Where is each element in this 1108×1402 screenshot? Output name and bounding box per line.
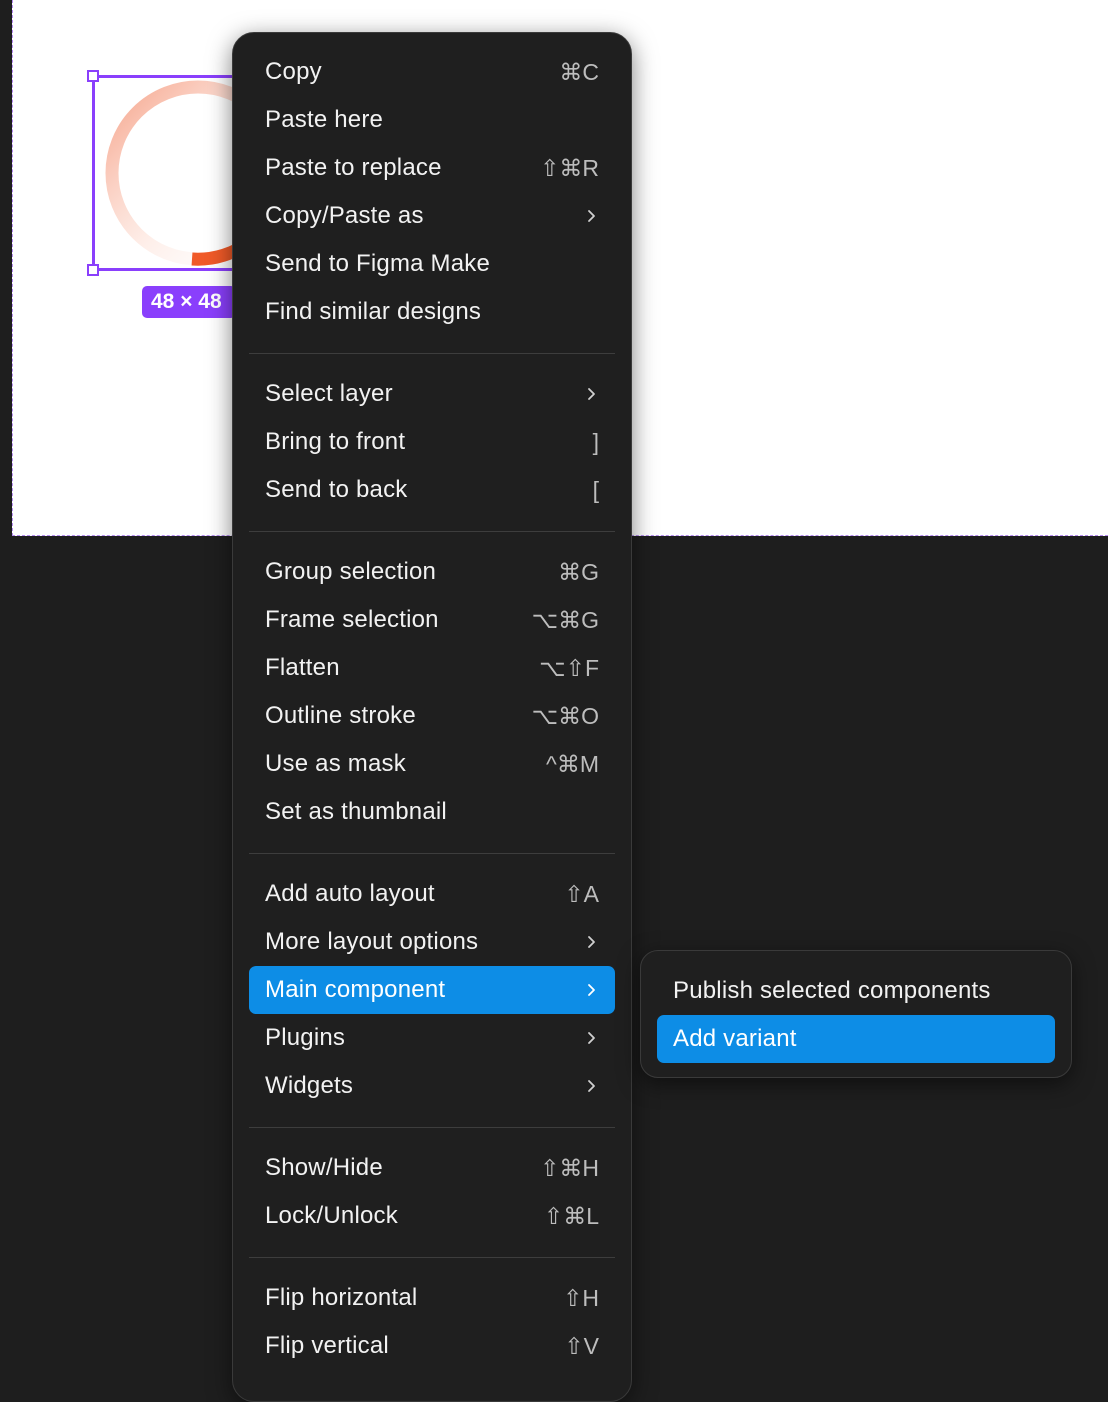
menu-item-main-component[interactable]: Main component bbox=[249, 966, 615, 1014]
menu-item-label: Use as mask bbox=[265, 750, 406, 777]
menu-item-shortcut: ⇧⌘H bbox=[540, 1154, 599, 1181]
resize-handle-bottom-left[interactable] bbox=[87, 264, 99, 276]
menu-item-select-layer[interactable]: Select layer bbox=[249, 370, 615, 418]
menu-item-label: Set as thumbnail bbox=[265, 798, 447, 825]
menu-item-shortcut: [ bbox=[592, 476, 599, 503]
menu-item-shortcut: ⇧H bbox=[563, 1284, 599, 1311]
chevron-right-icon bbox=[587, 387, 599, 401]
menu-item-paste-here[interactable]: Paste here bbox=[249, 96, 615, 144]
menu-item-label: Lock/Unlock bbox=[265, 1202, 398, 1229]
menu-separator bbox=[249, 531, 615, 532]
menu-item-label: Paste to replace bbox=[265, 154, 442, 181]
menu-item-label: Bring to front bbox=[265, 428, 406, 455]
menu-separator bbox=[249, 1257, 615, 1258]
menu-item-label: Outline stroke bbox=[265, 702, 416, 729]
menu-item-copy[interactable]: Copy ⌘C bbox=[249, 48, 615, 96]
menu-item-shortcut: ⇧V bbox=[564, 1332, 599, 1359]
menu-item-label: Add auto layout bbox=[265, 880, 435, 907]
menu-separator bbox=[249, 853, 615, 854]
menu-item-label: Group selection bbox=[265, 558, 437, 585]
menu-item-flatten[interactable]: Flatten ⌥⇧F bbox=[249, 644, 615, 692]
menu-separator bbox=[249, 353, 615, 354]
menu-item-label: Publish selected components bbox=[673, 977, 991, 1004]
menu-item-shortcut: ⌥⇧F bbox=[539, 654, 599, 681]
menu-item-label: Find similar designs bbox=[265, 298, 482, 325]
menu-item-lock-unlock[interactable]: Lock/Unlock ⇧⌘L bbox=[249, 1192, 615, 1240]
menu-item-label: Show/Hide bbox=[265, 1154, 383, 1181]
menu-item-paste-to-replace[interactable]: Paste to replace ⇧⌘R bbox=[249, 144, 615, 192]
menu-item-shortcut: ⌘C bbox=[559, 58, 599, 85]
chevron-right-icon bbox=[587, 935, 599, 949]
menu-item-add-variant[interactable]: Add variant bbox=[657, 1015, 1055, 1063]
menu-item-flip-vertical[interactable]: Flip vertical ⇧V bbox=[249, 1322, 615, 1370]
menu-item-bring-to-front[interactable]: Bring to front] bbox=[249, 418, 615, 466]
chevron-right-icon bbox=[587, 983, 599, 997]
menu-item-label: Paste here bbox=[265, 106, 384, 133]
menu-item-shortcut: ⌥⌘G bbox=[531, 606, 599, 633]
context-menu: Copy ⌘C Paste here Paste to replace ⇧⌘R Copy/… bbox=[232, 32, 632, 1402]
size-badge: 48 × 48 bbox=[142, 286, 236, 318]
resize-handle-top-left[interactable] bbox=[87, 70, 99, 82]
menu-item-label: Send to Figma Make bbox=[265, 250, 491, 277]
menu-item-plugins[interactable]: Plugins bbox=[249, 1014, 615, 1062]
menu-item-label: Select layer bbox=[265, 380, 393, 407]
menu-item-label: More layout options bbox=[265, 928, 479, 955]
menu-item-find-similar-designs[interactable]: Find similar designs bbox=[249, 288, 615, 336]
menu-item-publish-selected-components[interactable]: Publish selected components bbox=[657, 967, 1055, 1015]
menu-item-use-as-mask[interactable]: Use as mask ^⌘M bbox=[249, 740, 615, 788]
menu-item-label: Frame selection bbox=[265, 606, 439, 633]
menu-item-more-layout-options[interactable]: More layout options bbox=[249, 918, 615, 966]
menu-separator bbox=[249, 1127, 615, 1128]
menu-item-label: Main component bbox=[265, 976, 446, 1003]
menu-item-flip-horizontal[interactable]: Flip horizontal ⇧H bbox=[249, 1274, 615, 1322]
menu-item-label: Flip vertical bbox=[265, 1332, 389, 1359]
chevron-right-icon bbox=[587, 209, 599, 223]
menu-item-shortcut: ] bbox=[592, 428, 599, 455]
chevron-right-icon bbox=[587, 1079, 599, 1093]
menu-item-label: Copy/Paste as bbox=[265, 202, 424, 229]
menu-item-label: Flatten bbox=[265, 654, 340, 681]
menu-item-shortcut: ⇧⌘R bbox=[540, 154, 599, 181]
menu-item-copy-paste-as[interactable]: Copy/Paste as bbox=[249, 192, 615, 240]
menu-item-shortcut: ⇧A bbox=[564, 880, 599, 907]
menu-item-send-to-figma-make[interactable]: Send to Figma Make bbox=[249, 240, 615, 288]
chevron-right-icon bbox=[587, 1031, 599, 1045]
menu-item-send-to-back[interactable]: Send to back [ bbox=[249, 466, 615, 514]
menu-item-widgets[interactable]: Widgets bbox=[249, 1062, 615, 1110]
menu-item-set-as-thumbnail[interactable]: Set as thumbnail bbox=[249, 788, 615, 836]
menu-item-label: Widgets bbox=[265, 1072, 354, 1099]
menu-item-label: Copy bbox=[265, 58, 322, 85]
menu-item-shortcut: ⌘G bbox=[558, 558, 599, 585]
menu-item-shortcut: ⌥⌘O bbox=[531, 702, 599, 729]
menu-item-label: Add variant bbox=[673, 1025, 797, 1052]
menu-item-show-hide[interactable]: Show/Hide ⇧⌘H bbox=[249, 1144, 615, 1192]
menu-item-group-selection[interactable]: Group selection ⌘G bbox=[249, 548, 615, 596]
menu-item-shortcut: ^⌘M bbox=[546, 750, 599, 777]
menu-item-shortcut: ⇧⌘L bbox=[543, 1202, 599, 1229]
menu-item-add-auto-layout[interactable]: Add auto layout ⇧A bbox=[249, 870, 615, 918]
menu-item-label: Flip horizontal bbox=[265, 1284, 418, 1311]
menu-item-frame-selection[interactable]: Frame selection ⌥⌘G bbox=[249, 596, 615, 644]
menu-item-outline-stroke[interactable]: Outline stroke ⌥⌘O bbox=[249, 692, 615, 740]
main-component-submenu: Publish selected components Add variant bbox=[640, 950, 1072, 1078]
menu-item-label: Plugins bbox=[265, 1024, 346, 1051]
menu-item-label: Send to back bbox=[265, 476, 408, 503]
